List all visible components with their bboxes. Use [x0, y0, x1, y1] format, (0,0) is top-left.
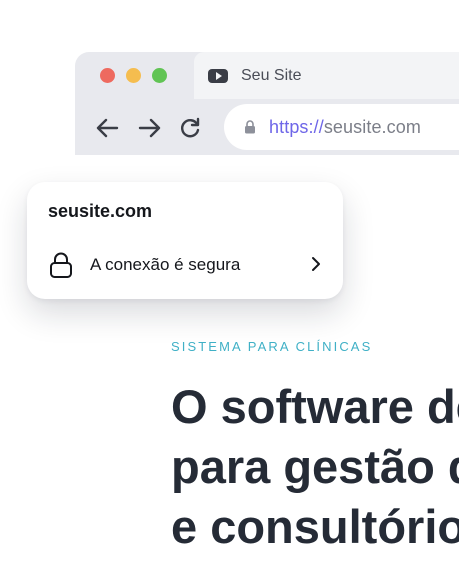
hero-headline: O software de para gestão d e consultóri… — [171, 377, 459, 557]
close-window-button[interactable] — [100, 68, 115, 83]
window-controls — [100, 68, 167, 83]
tab-title: Seu Site — [241, 66, 302, 84]
connection-status-label: A conexão é segura — [90, 255, 241, 274]
arrow-right-icon — [138, 118, 161, 138]
browser-tab[interactable]: Seu Site — [194, 52, 459, 99]
arrow-left-icon — [96, 118, 119, 138]
forward-button[interactable] — [136, 116, 162, 140]
popup-domain: seusite.com — [48, 201, 153, 221]
connection-secure-row[interactable]: A conexão é segura — [48, 251, 323, 279]
back-button[interactable] — [95, 116, 121, 140]
reload-button[interactable] — [178, 116, 204, 140]
lock-icon — [50, 252, 72, 278]
hero-eyebrow: SISTEMA PARA CLÍNICAS — [171, 339, 373, 354]
url-domain: seusite.com — [323, 117, 421, 137]
site-security-popup: seusite.com A conexão é segura — [27, 182, 343, 299]
url-protocol: https:// — [269, 117, 324, 137]
video-play-icon — [208, 68, 228, 83]
url-text[interactable]: https://seusite.com — [269, 117, 421, 138]
address-bar[interactable]: https://seusite.com — [224, 104, 459, 150]
headline-line: para gestão d — [171, 440, 459, 493]
maximize-window-button[interactable] — [152, 68, 167, 83]
minimize-window-button[interactable] — [126, 68, 141, 83]
headline-line: O software de — [171, 380, 459, 433]
headline-line: e consultórios — [171, 500, 459, 553]
reload-icon — [181, 117, 200, 138]
chevron-right-icon — [312, 257, 320, 271]
lock-icon[interactable] — [244, 120, 256, 134]
